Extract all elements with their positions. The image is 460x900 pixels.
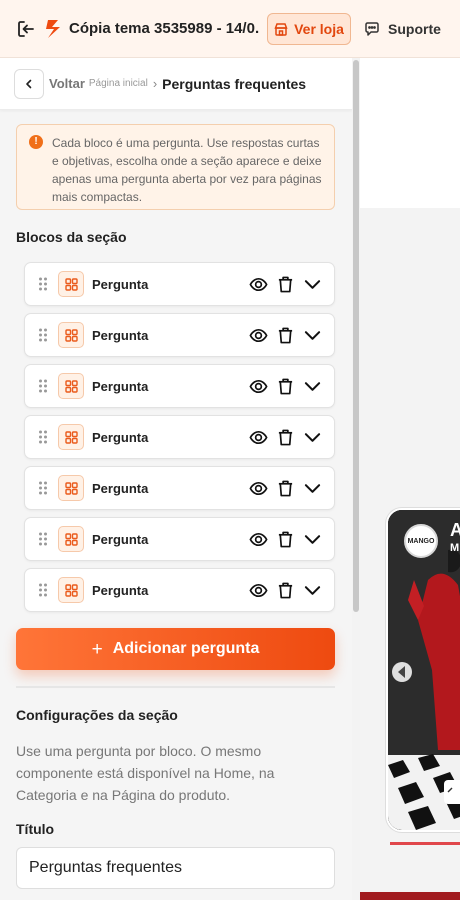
grid-icon bbox=[58, 271, 84, 297]
question-block[interactable]: Pergunta bbox=[24, 466, 335, 510]
preview-subtitle: M bbox=[450, 542, 460, 554]
eye-icon[interactable] bbox=[248, 325, 268, 345]
question-block[interactable]: Pergunta bbox=[24, 415, 335, 459]
breadcrumb-separator: › bbox=[152, 76, 158, 91]
chevron-down-icon[interactable] bbox=[302, 478, 322, 498]
drag-handle-icon[interactable] bbox=[38, 276, 48, 292]
question-block[interactable]: Pergunta bbox=[24, 364, 335, 408]
question-block-label: Pergunta bbox=[92, 480, 149, 496]
preview-story-image bbox=[388, 510, 460, 830]
chevron-down-icon[interactable] bbox=[302, 580, 322, 600]
info-text: Cada bloco é uma pergunta. Use respostas… bbox=[52, 136, 322, 204]
eye-icon[interactable] bbox=[248, 274, 268, 294]
drag-handle-icon[interactable] bbox=[38, 582, 48, 598]
view-store-label: Ver loja bbox=[294, 21, 344, 37]
divider bbox=[16, 686, 335, 688]
trash-icon[interactable] bbox=[275, 376, 295, 396]
chevron-down-icon[interactable] bbox=[302, 427, 322, 447]
support-button[interactable]: Suporte bbox=[364, 13, 441, 45]
chevron-down-icon[interactable] bbox=[302, 274, 322, 294]
eye-icon[interactable] bbox=[248, 427, 268, 447]
drag-handle-icon[interactable] bbox=[38, 480, 48, 496]
question-block-label: Pergunta bbox=[92, 531, 149, 547]
support-label: Suporte bbox=[388, 21, 441, 37]
trash-icon[interactable] bbox=[275, 325, 295, 345]
blocks-heading: Blocos da seção bbox=[16, 229, 127, 245]
brand-avatar: MANGO bbox=[404, 524, 438, 558]
chevron-down-icon[interactable] bbox=[302, 529, 322, 549]
settings-description: Use uma pergunta por bloco. O mesmo comp… bbox=[16, 743, 275, 803]
breadcrumb-back-link[interactable]: Voltar bbox=[49, 76, 85, 91]
grid-icon bbox=[58, 424, 84, 450]
question-block-label: Pergunta bbox=[92, 582, 149, 598]
question-block-label: Pergunta bbox=[92, 378, 149, 394]
exit-icon[interactable] bbox=[16, 19, 36, 39]
drag-handle-icon[interactable] bbox=[38, 429, 48, 445]
section-editor-panel: Voltar Página inicial › Perguntas freque… bbox=[0, 58, 352, 900]
add-question-button[interactable]: + Adicionar pergunta bbox=[16, 628, 335, 670]
drag-handle-icon[interactable] bbox=[38, 531, 48, 547]
question-block-label: Pergunta bbox=[92, 276, 149, 292]
drag-handle-icon[interactable] bbox=[38, 378, 48, 394]
preview-footer-bar bbox=[360, 892, 460, 900]
grid-icon bbox=[58, 577, 84, 603]
eye-icon[interactable] bbox=[248, 580, 268, 600]
preview-header-card bbox=[360, 58, 460, 208]
back-button[interactable] bbox=[14, 68, 44, 99]
store-logo-icon bbox=[46, 19, 60, 38]
question-block-label: Pergunta bbox=[92, 327, 149, 343]
preview-phone-frame: MANGO A M bbox=[386, 508, 460, 832]
question-block[interactable]: Pergunta bbox=[24, 313, 335, 357]
store-preview: MANGO A M bbox=[360, 58, 460, 900]
breadcrumb-current: Perguntas frequentes bbox=[162, 75, 307, 92]
chevron-down-icon[interactable] bbox=[302, 376, 322, 396]
eye-icon[interactable] bbox=[248, 529, 268, 549]
title-input[interactable]: Perguntas frequentes bbox=[16, 847, 335, 889]
eye-icon[interactable] bbox=[248, 376, 268, 396]
preview-accent-line bbox=[390, 842, 460, 845]
question-block[interactable]: Pergunta bbox=[24, 568, 335, 612]
grid-icon bbox=[58, 526, 84, 552]
view-store-button[interactable]: Ver loja bbox=[267, 13, 351, 45]
store-icon bbox=[274, 23, 288, 36]
question-block[interactable]: Pergunta bbox=[24, 262, 335, 306]
title-field-label: Título bbox=[16, 821, 55, 837]
breadcrumb-home-link[interactable]: Página inicial bbox=[89, 78, 148, 89]
trash-icon[interactable] bbox=[275, 529, 295, 549]
chat-icon bbox=[365, 22, 379, 36]
breadcrumb: Voltar Página inicial › Perguntas freque… bbox=[0, 58, 352, 110]
trash-icon[interactable] bbox=[275, 427, 295, 447]
chevron-left-icon bbox=[26, 79, 32, 88]
theme-title: Cópia tema 3535989 - 14/0... bbox=[69, 20, 259, 37]
panel-scrollbar[interactable] bbox=[352, 58, 360, 900]
top-bar: Cópia tema 3535989 - 14/0... Ver loja Su… bbox=[0, 0, 460, 58]
settings-heading: Configurações da seção bbox=[16, 707, 178, 723]
preview-headline: A bbox=[450, 520, 460, 541]
plus-icon: + bbox=[91, 638, 103, 660]
scrollbar-thumb[interactable] bbox=[353, 60, 359, 612]
drag-handle-icon[interactable] bbox=[38, 327, 48, 343]
add-question-label: Adicionar pergunta bbox=[112, 640, 260, 657]
grid-icon bbox=[58, 475, 84, 501]
grid-icon bbox=[58, 322, 84, 348]
eye-icon[interactable] bbox=[248, 478, 268, 498]
trash-icon[interactable] bbox=[275, 580, 295, 600]
trash-icon[interactable] bbox=[275, 274, 295, 294]
info-alert: ! Cada bloco é uma pergunta. Use respost… bbox=[16, 124, 335, 210]
trash-icon[interactable] bbox=[275, 478, 295, 498]
info-icon: ! bbox=[29, 135, 43, 149]
question-block[interactable]: Pergunta bbox=[24, 517, 335, 561]
chevron-down-icon[interactable] bbox=[302, 325, 322, 345]
question-block-label: Pergunta bbox=[92, 429, 149, 445]
grid-icon bbox=[58, 373, 84, 399]
